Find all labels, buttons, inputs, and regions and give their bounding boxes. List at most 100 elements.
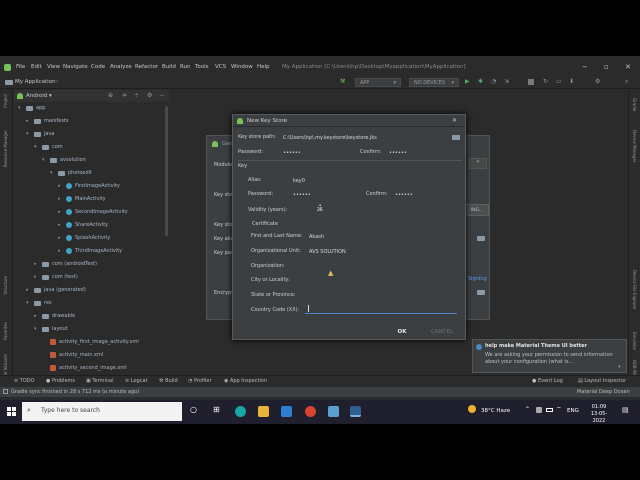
org-unit-field[interactable]: AVS SOLUTION (305, 246, 455, 256)
tab-todo[interactable]: ≡ TODO (14, 378, 35, 384)
clock[interactable]: 01:09 13-05-2022 (585, 404, 613, 424)
tree-item[interactable]: ▾ res (26, 297, 52, 309)
gear-icon[interactable]: ⚙ (147, 92, 152, 99)
edge-icon[interactable] (235, 406, 246, 417)
tree-item[interactable]: ▸ ThirdImageActivity (58, 245, 122, 257)
chevron-down-icon[interactable]: ▾ (618, 364, 621, 370)
menu-view[interactable]: View (47, 64, 60, 70)
menu-tools[interactable]: Tools (195, 64, 209, 70)
strip-gradle[interactable]: Gradle (632, 98, 637, 111)
debug-icon[interactable]: ✱ (478, 78, 483, 85)
notifications-icon[interactable]: ▤ (622, 406, 629, 414)
strip-favorites[interactable]: Favorites (3, 322, 8, 340)
network-icon[interactable]: ⌔ (556, 405, 562, 413)
tab-terminal[interactable]: ▣ Terminal (86, 378, 113, 384)
tab-logcat[interactable]: ≡ Logcat (125, 378, 148, 384)
tree-item[interactable]: ▸ SecondImageActivity (58, 206, 128, 218)
chevron-down-icon[interactable]: ▾ (18, 105, 23, 111)
run-config-select[interactable]: APP ▾ (355, 78, 401, 87)
chevron-right-icon[interactable]: ▸ (58, 209, 63, 215)
password-field[interactable]: •••••• (279, 147, 349, 157)
tab-build[interactable]: ⚒ Build (159, 378, 178, 384)
locate-icon[interactable]: ⊕ (108, 92, 113, 99)
tree-item[interactable]: ▸ SplashActivity (58, 232, 110, 244)
alias-field[interactable]: key0 (289, 175, 389, 185)
scrollbar[interactable] (165, 106, 168, 236)
strip-emulator[interactable]: Emulator (632, 332, 637, 350)
chevron-right-icon[interactable]: ▸ (58, 222, 63, 228)
confirm-field[interactable]: •••••• (385, 147, 455, 157)
strip-project[interactable]: Project (3, 94, 8, 108)
project-view-select[interactable]: Android ▾ (26, 93, 52, 99)
device-manager-icon[interactable]: ▭ (556, 78, 562, 85)
language-indicator[interactable]: ENG (567, 408, 579, 414)
device-select[interactable]: NO DEVICES ▾ (409, 78, 459, 87)
menu-code[interactable]: Code (91, 64, 105, 70)
search-box[interactable]: ⌕ Type here to search (22, 402, 182, 421)
chevron-right-icon[interactable]: ▸ (34, 313, 39, 319)
chevron-down-icon[interactable]: ▾ (26, 300, 31, 306)
tab-layout-inspector[interactable]: ▤ Layout Inspector (578, 378, 626, 384)
menu-file[interactable]: File (16, 64, 25, 70)
chevron-down-icon[interactable]: ▾ (50, 170, 55, 176)
weather-text[interactable]: 38°C Haze (481, 408, 510, 414)
hammer-icon[interactable]: ⚒ (340, 78, 345, 85)
strip-device-manager[interactable]: Device Manager (632, 130, 637, 162)
tab-event-log[interactable]: ● Event Log (532, 378, 563, 384)
key-confirm-field[interactable]: •••••• (391, 189, 456, 199)
stop-icon[interactable] (528, 79, 534, 85)
tree-item[interactable]: ▾ layout (34, 323, 68, 335)
ok-button[interactable]: OK (387, 326, 417, 339)
menu-run[interactable]: Run (180, 64, 191, 70)
maximize-icon[interactable]: ▫ (604, 63, 609, 71)
search-icon[interactable]: ⌕ (625, 78, 628, 86)
menu-refactor[interactable]: Refactor (135, 64, 158, 70)
tab-profiler[interactable]: ◔ Profiler (188, 378, 212, 384)
tree-item[interactable]: ▸ FirstImageActivity (58, 180, 120, 192)
chevron-right-icon[interactable]: ▸ (58, 248, 63, 254)
tree-item[interactable]: ▸ java (generated) (26, 284, 86, 296)
folder-icon[interactable] (477, 290, 485, 295)
chevron-right-icon[interactable]: ▸ (58, 183, 63, 189)
tree-item[interactable]: ▸ ShareActivity (58, 219, 108, 231)
file-explorer-icon[interactable] (258, 406, 269, 417)
key-password-field[interactable]: •••••• (289, 189, 359, 199)
windows-start-icon[interactable] (7, 407, 16, 416)
close-icon[interactable]: ✕ (452, 117, 457, 124)
create-new-button[interactable]: ING... (465, 204, 489, 216)
menu-vcs[interactable]: VCS (215, 64, 226, 70)
theme-indicator[interactable]: Material Deep Ocean (577, 389, 630, 395)
chevron-down-icon[interactable]: ▾ (34, 326, 39, 332)
chevron-down-icon[interactable]: ▾ (42, 157, 47, 163)
menu-edit[interactable]: Edit (31, 64, 42, 70)
attach-icon[interactable]: ⇲ (504, 78, 509, 85)
menu-help[interactable]: Help (257, 64, 270, 70)
breadcrumb-project[interactable]: My Application (15, 79, 55, 85)
settings-icon[interactable]: ⚙ (595, 78, 600, 85)
strip-structure[interactable]: Structure (3, 276, 8, 295)
sync-icon[interactable]: ↻ (543, 78, 548, 85)
chevron-right-icon[interactable]: ▸ (58, 235, 63, 241)
strip-device-file-explorer[interactable]: Device File Explorer (632, 270, 637, 310)
tree-item[interactable]: ▸ com (androidTest) (34, 258, 97, 270)
chevron-right-icon[interactable]: ▸ (26, 287, 31, 293)
store-icon[interactable] (328, 406, 339, 417)
tree-item[interactable]: ▾ photoedit (50, 167, 92, 179)
widgets-icon[interactable]: ⊞ (213, 405, 220, 414)
tree-item[interactable]: ▾ java (26, 128, 54, 140)
minimize-icon[interactable]: − (582, 63, 588, 71)
state-field[interactable] (305, 290, 455, 300)
tree-item[interactable]: activity_main.xml (42, 349, 103, 361)
chevron-right-icon[interactable]: ▸ (26, 118, 31, 124)
menu-build[interactable]: Build (162, 64, 176, 70)
tree-item[interactable]: activity_second_image.xml (42, 362, 127, 374)
signing-link[interactable]: Signing (468, 276, 487, 282)
tree-item[interactable]: ▾ com (34, 141, 63, 153)
collapse-all-icon[interactable]: ≑ (122, 92, 127, 99)
tray-chevron-icon[interactable]: ⌃ (525, 406, 530, 413)
chrome-icon[interactable] (305, 406, 316, 417)
chevron-down-icon[interactable]: ▾ (34, 144, 39, 150)
tray-app-icon[interactable] (536, 407, 542, 413)
cancel-button[interactable]: CANCEL (425, 326, 459, 339)
validity-field[interactable]: 25 (305, 204, 327, 214)
